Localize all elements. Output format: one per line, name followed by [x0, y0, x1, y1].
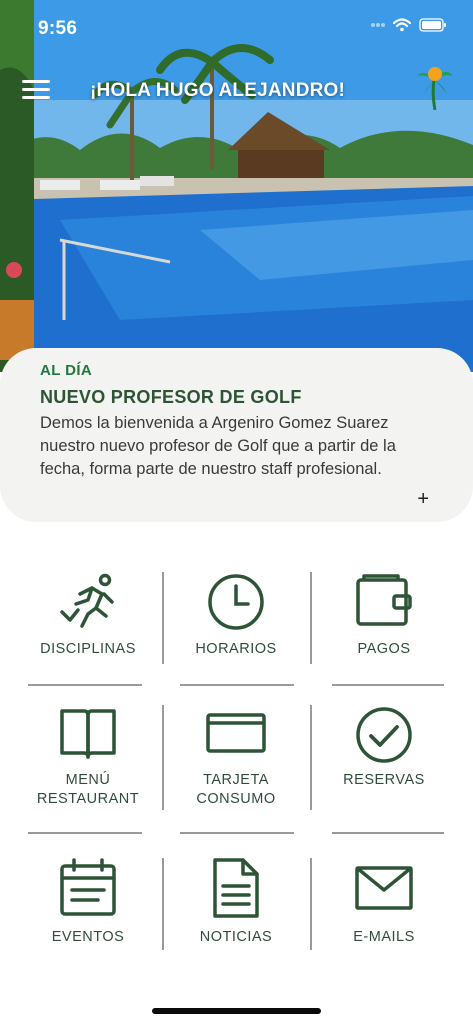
wallet-icon — [356, 574, 412, 626]
hamburger-icon[interactable] — [22, 80, 50, 102]
status-bar: 9:56 — [0, 0, 473, 58]
menu-item-label: TARJETA — [203, 772, 269, 788]
menu-item-horarios[interactable]: HORARIOS — [162, 572, 310, 659]
menu-item-noticias[interactable]: NOTICIAS — [162, 858, 310, 947]
document-icon — [213, 858, 259, 918]
menu-item-label: CONSUMO — [196, 791, 276, 807]
grid-divider — [28, 832, 142, 834]
news-body: Demos la bienvenida a Argeniro Gomez Sua… — [40, 414, 396, 478]
menu-item-label: MENÚ — [65, 772, 111, 788]
hero-banner: 9:56 ¡HOLA HUGO ALEJANDRO! — [0, 0, 473, 372]
status-icons — [371, 18, 447, 32]
signal-icon — [371, 23, 385, 27]
menu-item-label: HORARIOS — [195, 641, 277, 657]
clock-icon — [208, 574, 264, 630]
battery-icon — [419, 18, 446, 32]
home-indicator — [152, 1008, 321, 1014]
news-expand-button[interactable]: + — [417, 488, 429, 511]
news-title: NUEVO PROFESOR DE GOLF — [40, 387, 302, 407]
menu-item-label: NOTICIAS — [199, 929, 273, 945]
palm-tree-logo — [417, 67, 453, 110]
menu-item-label: DISCIPLINAS — [40, 641, 136, 657]
menu-item-label: RESTAURANT — [36, 791, 140, 807]
menu-item-pagos[interactable]: PAGOS — [310, 572, 458, 659]
grid-divider — [28, 684, 142, 686]
status-time: 9:56 — [38, 18, 78, 39]
greeting-title: ¡HOLA HUGO ALEJANDRO! — [90, 80, 346, 101]
wifi-icon — [393, 18, 411, 32]
news-card[interactable]: AL DÍA NUEVO PROFESOR DE GOLF Demos la b… — [0, 348, 473, 522]
mail-icon — [355, 866, 413, 910]
check-circle-icon — [356, 707, 412, 763]
grid-divider — [332, 832, 444, 834]
menu-item-tarjeta-consumo[interactable]: TARJETA CONSUMO — [162, 705, 310, 809]
menu-item-disciplinas[interactable]: DISCIPLINAS — [14, 572, 162, 659]
grid-divider — [180, 684, 294, 686]
menu-item-eventos[interactable]: EVENTOS — [14, 858, 162, 947]
book-icon — [60, 709, 116, 759]
menu-item-menu-restaurant[interactable]: MENÚ RESTAURANT — [14, 705, 162, 809]
news-category: AL DÍA — [40, 362, 93, 379]
menu-item-label: PAGOS — [357, 641, 411, 657]
menu-item-label: RESERVAS — [343, 772, 425, 788]
grid-divider — [332, 684, 444, 686]
grid-divider — [180, 832, 294, 834]
menu-item-reservas[interactable]: RESERVAS — [310, 705, 458, 790]
menu-item-emails[interactable]: E-MAILS — [310, 858, 458, 947]
menu-item-label: EVENTOS — [51, 929, 125, 945]
athlete-icon — [60, 573, 114, 628]
menu-item-label: E-MAILS — [353, 929, 415, 945]
card-icon — [206, 713, 266, 753]
calendar-icon — [60, 858, 116, 916]
